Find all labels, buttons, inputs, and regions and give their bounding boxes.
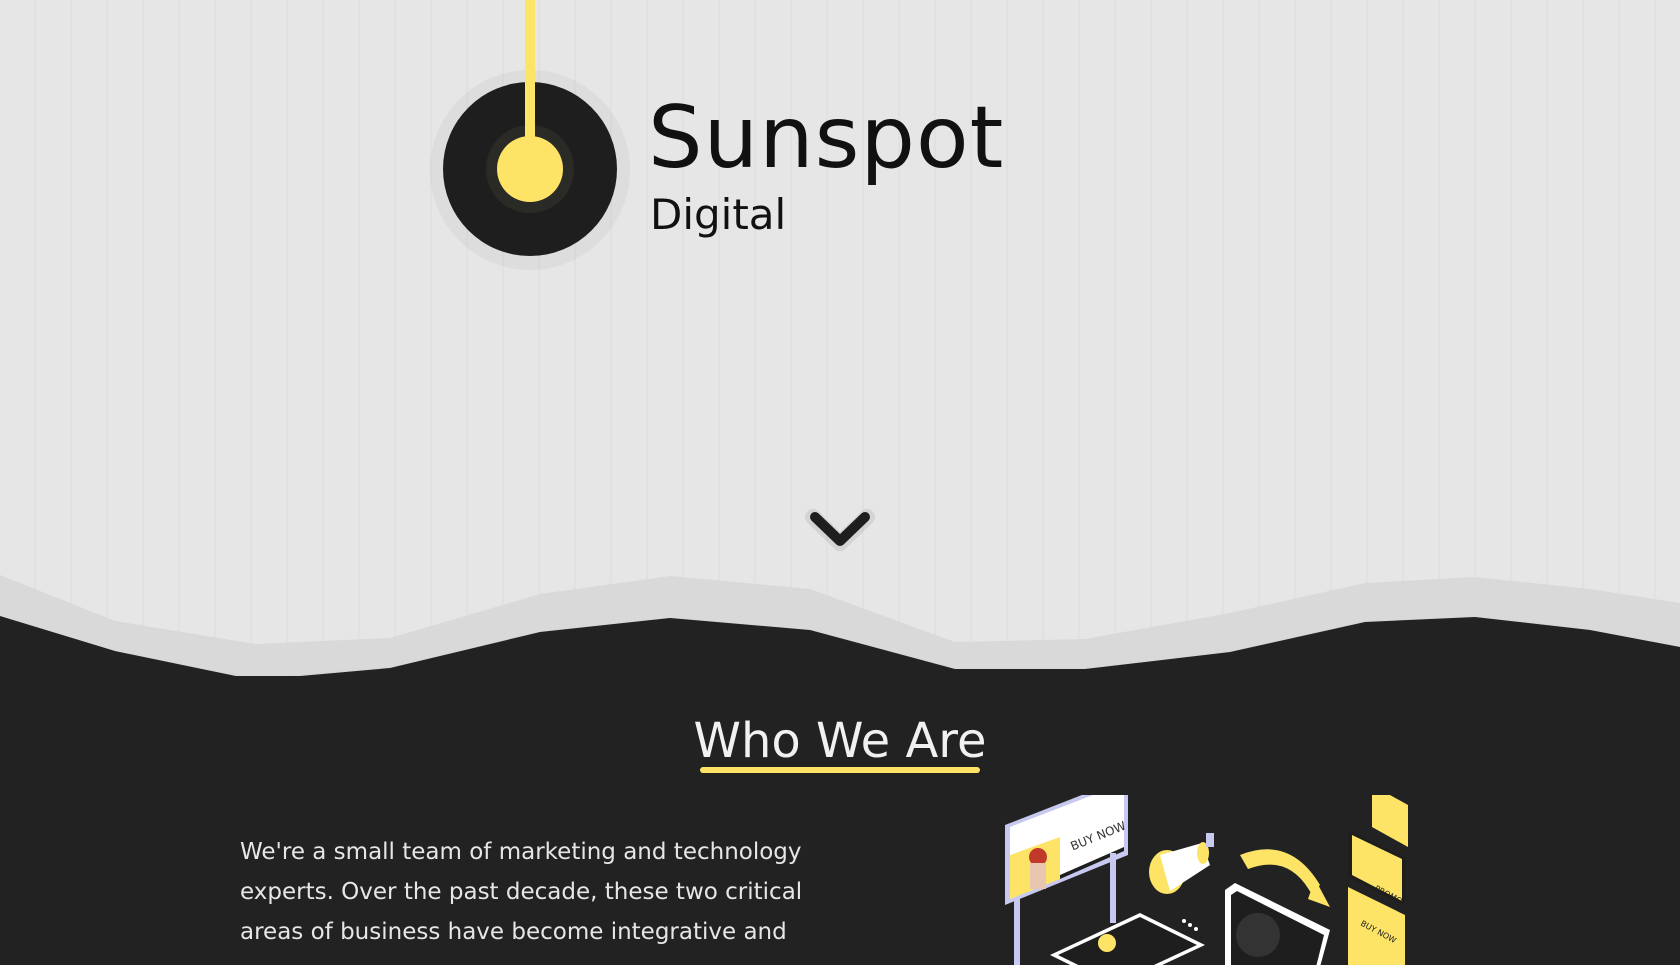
section-title: Who We Are <box>693 713 987 769</box>
megaphone-graphic <box>1149 833 1214 894</box>
brand-name: Sunspot <box>648 88 1005 188</box>
paragraph-line: We're a small team of marketing and tech… <box>240 839 802 865</box>
laptop-graphic <box>1050 913 1205 965</box>
chevron-down-icon <box>805 509 875 551</box>
brand-subtitle: Digital <box>650 190 787 239</box>
logo-sun-dot <box>497 136 563 202</box>
scroll-down-button[interactable] <box>805 505 875 555</box>
promo-cards-graphic: PROMO BUY NOW <box>1348 795 1408 965</box>
paragraph-line: areas of business have become integrativ… <box>240 919 787 945</box>
dots-graphic <box>1182 919 1198 931</box>
about-paragraph: We're a small team of marketing and tech… <box>240 832 820 952</box>
marketing-illustration: BUY NOW PROMO BUY NOW <box>1005 795 1408 965</box>
paragraph-line: experts. Over the past decade, these two… <box>240 879 803 905</box>
section-divider-wave <box>0 575 1680 680</box>
title-underline <box>700 767 980 773</box>
